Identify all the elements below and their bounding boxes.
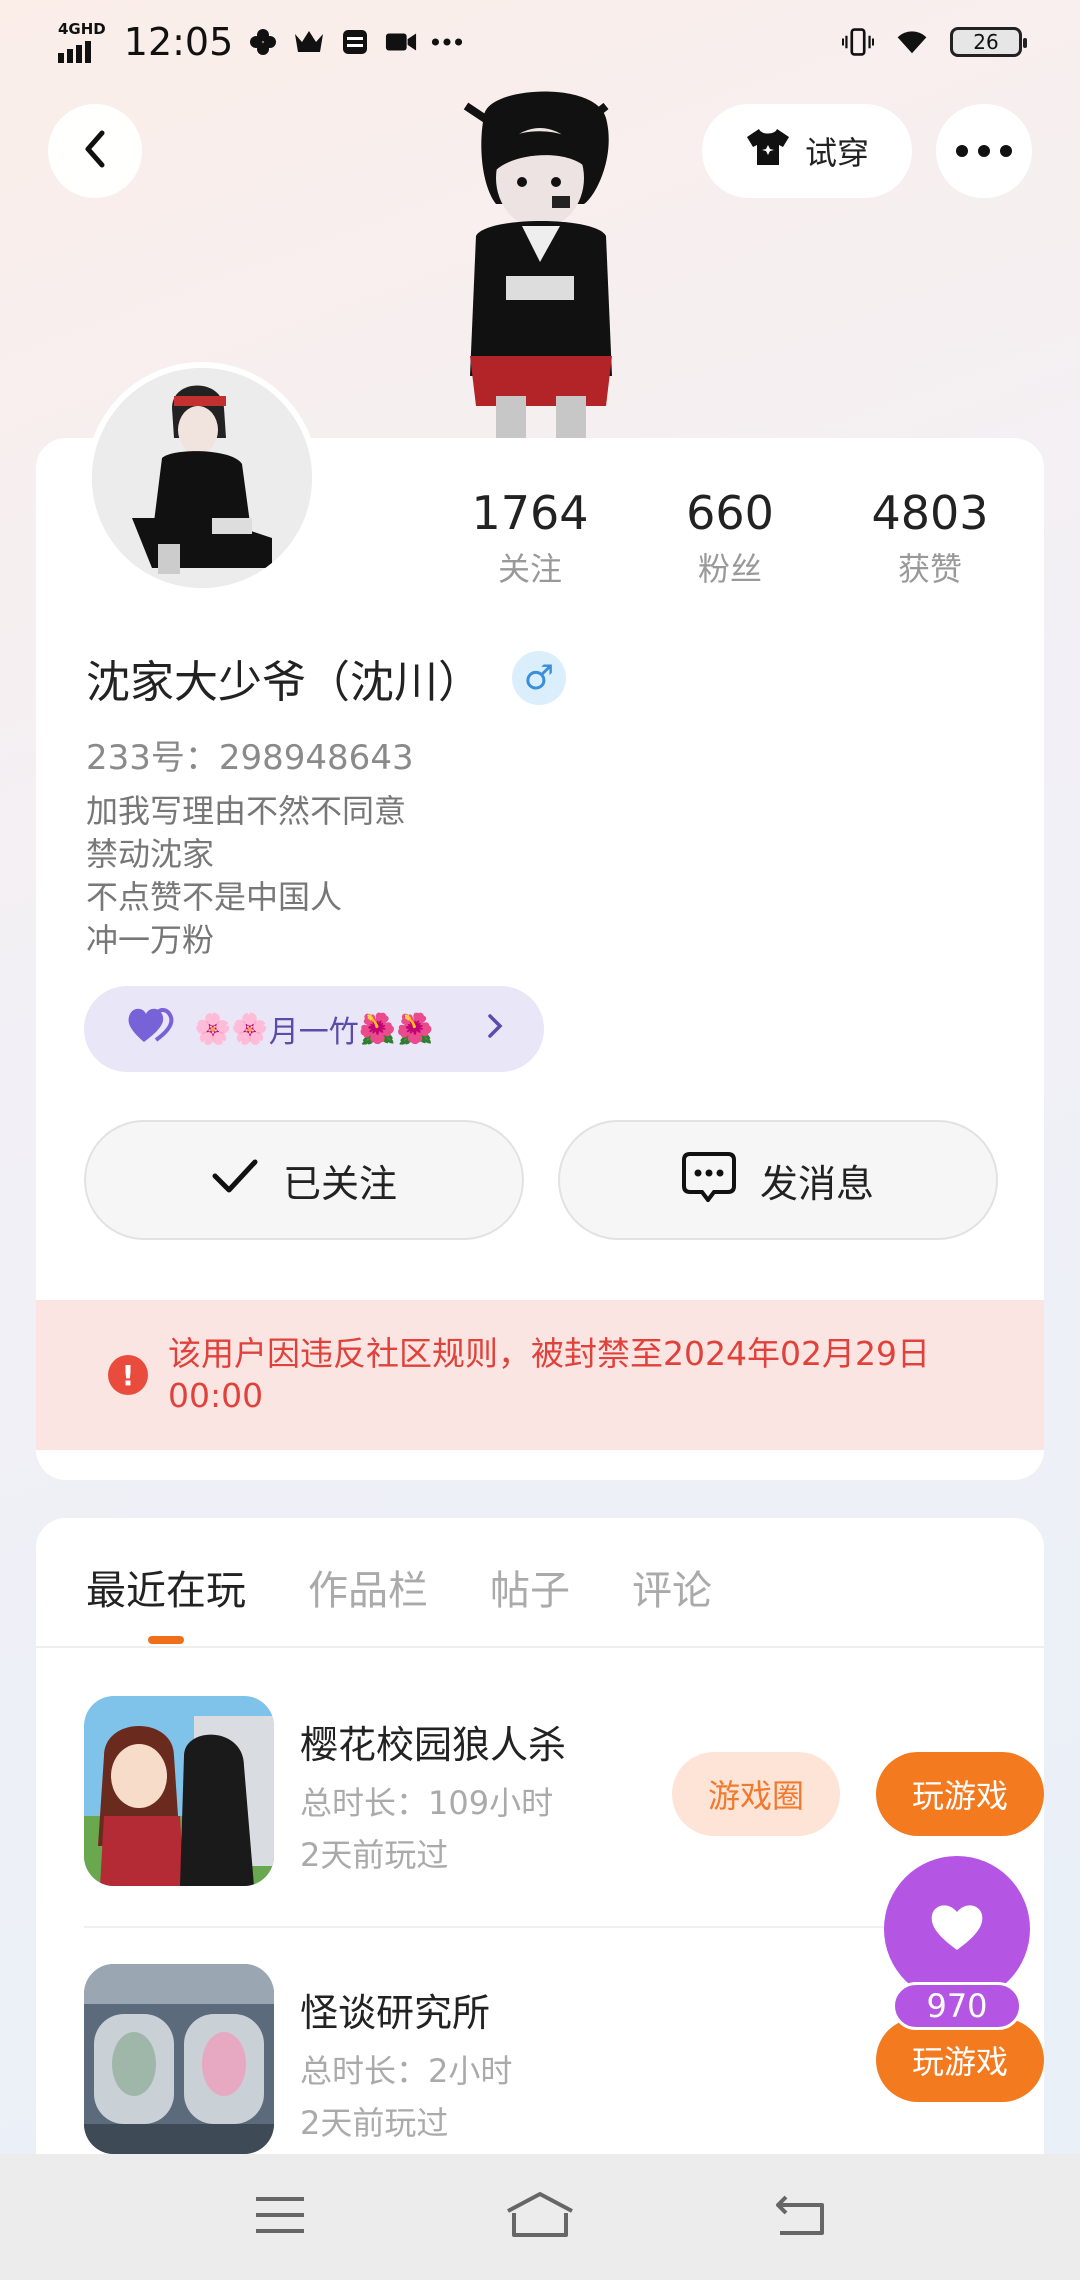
bio-line: 禁动沈家 — [86, 835, 215, 873]
play-game-button[interactable]: 玩游戏 — [876, 2018, 1044, 2102]
back-arrow-icon — [772, 2193, 828, 2241]
tab-label: 作品栏 — [308, 1568, 428, 1614]
game-duration: 总时长：2小时 — [300, 2052, 513, 2090]
vibrate-icon — [842, 26, 874, 58]
user-id: 233号：298948643 — [86, 738, 414, 778]
tab-recently-played[interactable]: 最近在玩 — [86, 1558, 246, 1644]
dressup-character — [456, 86, 626, 438]
stat-following[interactable]: 1764 关注 — [430, 486, 630, 590]
back-button[interactable] — [48, 104, 142, 198]
chevron-right-icon — [486, 1009, 504, 1049]
heart-icon — [126, 1006, 176, 1052]
bio-line: 加我写理由不然不同意 — [86, 792, 407, 830]
more-notifications-icon — [431, 26, 463, 58]
more-dots-icon — [956, 142, 1012, 161]
game-icon — [84, 1696, 274, 1886]
game-duration: 总时长：109小时 — [300, 1784, 554, 1822]
crown-icon — [293, 26, 325, 58]
network-type: 4GHD — [58, 19, 106, 38]
like-count: 970 — [892, 1982, 1022, 2030]
username-row: 沈家大少爷（沈川） ♂ — [86, 646, 566, 710]
active-tab-indicator — [148, 1636, 184, 1644]
tab-label: 最近在玩 — [86, 1568, 246, 1614]
male-gender-icon: ♂ — [512, 651, 566, 705]
stat-likes[interactable]: 4803 获赞 — [830, 486, 1030, 590]
avatar[interactable] — [86, 362, 318, 594]
divider — [36, 1646, 1044, 1648]
try-on-button[interactable]: 试穿 — [702, 104, 912, 198]
play-game-button[interactable]: 玩游戏 — [876, 1752, 1044, 1836]
tag-text: 月一竹 — [268, 1015, 359, 1050]
game-last-played: 2天前玩过 — [300, 2104, 449, 2142]
tab-label: 评论 — [632, 1568, 712, 1614]
followed-label: 已关注 — [282, 1161, 397, 1206]
home-icon — [504, 2191, 576, 2243]
system-navigation-bar — [0, 2154, 1080, 2280]
stat-value: 660 — [686, 486, 774, 540]
tag-emoji-left: 🌸🌸 — [194, 1011, 269, 1047]
stat-label: 关注 — [497, 550, 562, 588]
chevron-left-icon — [80, 129, 110, 173]
game-name: 樱花校园狼人杀 — [300, 1723, 567, 1767]
game-list-item[interactable]: 怪谈研究所 总时长：2小时 2天前玩过 玩游戏 — [84, 1964, 1044, 2164]
menu-button[interactable] — [240, 2187, 320, 2247]
bio-line: 不点赞不是中国人 — [86, 878, 343, 916]
try-on-label: 试穿 — [804, 134, 869, 172]
username: 沈家大少爷（沈川） — [86, 657, 482, 708]
tag-emoji-right: 🌺🌺 — [358, 1011, 434, 1047]
send-message-label: 发消息 — [759, 1161, 874, 1206]
stat-value: 4803 — [871, 486, 989, 540]
profile-stats: 1764 关注 660 粉丝 4803 获赞 — [430, 486, 1030, 590]
check-icon — [211, 1156, 259, 1205]
status-bar: 4GHD 12:05 26 — [0, 0, 1080, 84]
ban-notice: ! 该用户因违反社区规则，被封禁至2024年02月29日 00:00 — [36, 1300, 1044, 1450]
status-time: 12:05 — [123, 20, 234, 64]
shirt-icon — [745, 127, 791, 175]
back-nav-button[interactable] — [760, 2187, 840, 2247]
game-icon — [84, 1964, 274, 2154]
stat-label: 获赞 — [897, 550, 962, 588]
video-icon — [385, 26, 417, 58]
game-list-item[interactable]: 樱花校园狼人杀 总时长：109小时 2天前玩过 游戏圈 玩游戏 — [84, 1696, 1044, 1896]
profile-tabs: 最近在玩 作品栏 帖子 评论 — [86, 1558, 712, 1644]
alert-icon: ! — [108, 1355, 148, 1395]
stat-followers[interactable]: 660 粉丝 — [630, 486, 830, 590]
tab-works[interactable]: 作品栏 — [308, 1558, 428, 1616]
more-options-button[interactable] — [936, 104, 1032, 198]
stat-value: 1764 — [471, 486, 589, 540]
menu-icon — [254, 2195, 306, 2239]
pinwheel-icon — [247, 26, 279, 58]
send-message-button[interactable]: 发消息 — [558, 1120, 998, 1240]
game-name: 怪谈研究所 — [300, 1991, 491, 2035]
followed-button[interactable]: 已关注 — [84, 1120, 524, 1240]
relationship-tag[interactable]: 🌸🌸 月一竹 🌺🌺 — [84, 986, 544, 1072]
signal-icon — [58, 37, 91, 63]
card-icon — [339, 26, 371, 58]
chat-bubble-icon — [681, 1150, 736, 1211]
game-last-played: 2天前玩过 — [300, 1836, 449, 1874]
home-button[interactable] — [500, 2187, 580, 2247]
game-circle-button[interactable]: 游戏圈 — [672, 1752, 840, 1836]
tab-label: 帖子 — [490, 1568, 570, 1614]
wifi-icon — [896, 26, 928, 58]
bio-line: 冲一万粉 — [86, 921, 215, 959]
tab-posts[interactable]: 帖子 — [490, 1558, 570, 1616]
heart-icon — [928, 1902, 986, 1956]
stat-label: 粉丝 — [697, 550, 762, 588]
divider — [84, 1926, 996, 1928]
battery-indicator: 26 — [950, 27, 1027, 57]
tab-comments[interactable]: 评论 — [632, 1558, 712, 1616]
user-bio: 加我写理由不然不同意 禁动沈家 不点赞不是中国人 冲一万粉 — [86, 790, 406, 962]
like-button[interactable] — [884, 1856, 1030, 2002]
ban-notice-text: 该用户因违反社区规则，被封禁至2024年02月29日 00:00 — [168, 1334, 930, 1415]
